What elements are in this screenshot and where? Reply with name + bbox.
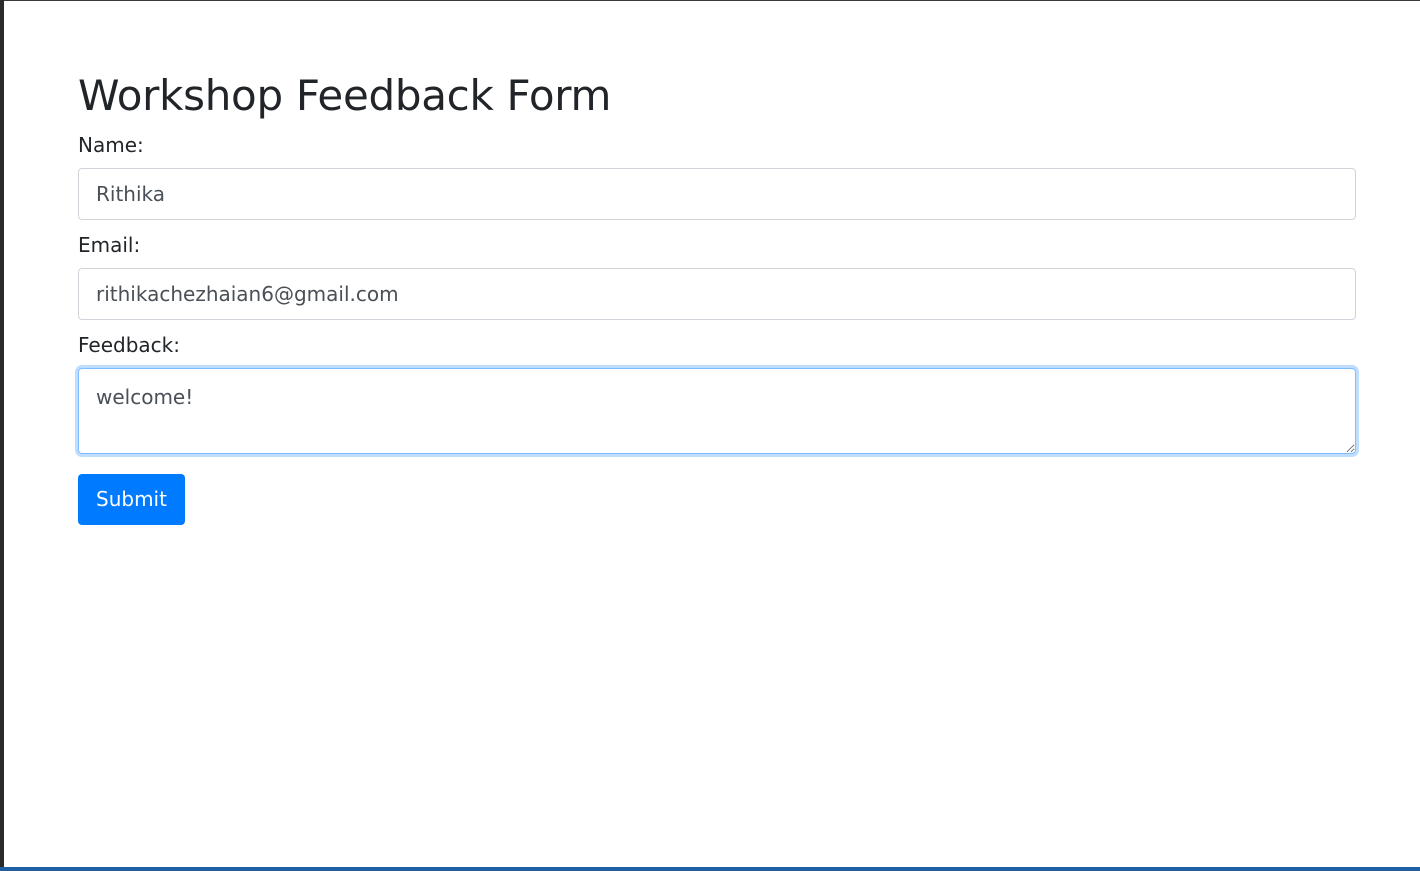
window-top-border <box>0 0 1420 1</box>
email-input[interactable] <box>78 268 1356 320</box>
form-container: Workshop Feedback Form Name: Email: Feed… <box>78 56 1356 525</box>
page-title: Workshop Feedback Form <box>78 71 612 120</box>
taskbar-edge <box>0 867 1420 871</box>
email-label: Email: <box>78 233 141 257</box>
email-group: Email: <box>78 230 1356 320</box>
browser-viewport: Workshop Feedback Form Name: Email: Feed… <box>0 0 1420 871</box>
name-group: Name: <box>78 130 1356 220</box>
submit-button[interactable]: Submit <box>78 474 185 525</box>
feedback-group: Feedback: welcome! <box>78 330 1356 454</box>
name-input[interactable] <box>78 168 1356 220</box>
feedback-form: Name: Email: Feedback: welcome! Submit <box>78 130 1356 525</box>
window-left-border <box>0 0 4 871</box>
feedback-label: Feedback: <box>78 333 180 357</box>
feedback-textarea[interactable]: welcome! <box>78 368 1356 454</box>
